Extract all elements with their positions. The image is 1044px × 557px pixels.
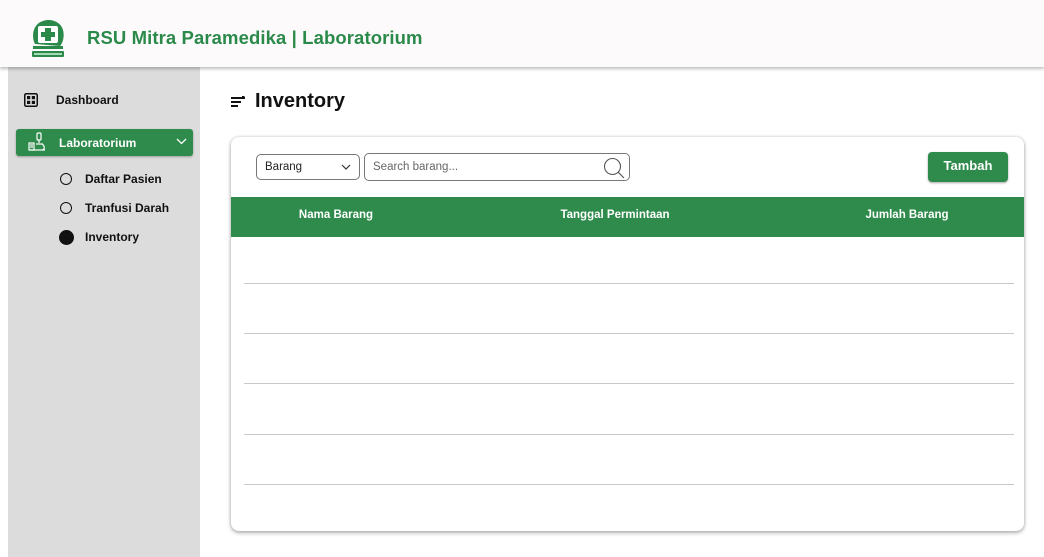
menu-lines-icon: [231, 95, 245, 107]
category-select[interactable]: Barang: [256, 154, 360, 180]
sidebar-subitem-label: Daftar Pasien: [85, 172, 162, 186]
radio-empty-icon: [60, 173, 72, 185]
table-header: Nama Barang Tanggal Permintaan Jumlah Ba…: [231, 197, 1024, 237]
table-row-divider: [244, 333, 1014, 334]
sidebar-item-label: Laboratorium: [59, 136, 137, 150]
sidebar-subitem-tranfusi-darah[interactable]: Tranfusi Darah: [60, 200, 169, 216]
table-row-divider: [244, 283, 1014, 284]
category-select-value: Barang: [265, 161, 303, 173]
sidebar-item-label: Dashboard: [56, 93, 119, 107]
search-icon[interactable]: [603, 157, 625, 179]
sidebar: Dashboard Laboratorium Daftar Pasien Tra…: [8, 67, 200, 557]
search-box: [364, 153, 630, 181]
app-title: RSU Mitra Paramedika | Laboratorium: [87, 27, 423, 48]
table-row-divider: [244, 484, 1014, 485]
sidebar-subitem-label: Tranfusi Darah: [85, 201, 170, 215]
column-header-tanggal-permintaan[interactable]: Tanggal Permintaan: [560, 209, 669, 221]
column-header-nama-barang[interactable]: Nama Barang: [299, 209, 373, 221]
add-button[interactable]: Tambah: [928, 152, 1008, 182]
search-input[interactable]: [373, 159, 593, 175]
radio-filled-icon: [59, 229, 74, 245]
hospital-cross-logo-icon: [32, 20, 64, 57]
chevron-down-icon: [341, 164, 351, 170]
page-title: Inventory: [255, 90, 346, 112]
microscope-icon: [28, 132, 45, 151]
page-heading: Inventory: [231, 90, 345, 113]
column-header-jumlah-barang[interactable]: Jumlah Barang: [865, 209, 948, 221]
chevron-down-icon[interactable]: [176, 138, 187, 145]
sidebar-item-dashboard[interactable]: Dashboard: [24, 91, 119, 109]
grid-icon: [24, 93, 38, 107]
sidebar-subitem-daftar-pasien[interactable]: Daftar Pasien: [60, 171, 162, 187]
table-row-divider: [244, 383, 1014, 384]
sidebar-subitem-label: Inventory: [85, 230, 140, 244]
sidebar-subitem-inventory[interactable]: Inventory: [59, 229, 139, 245]
top-bar: RSU Mitra Paramedika | Laboratorium: [0, 0, 1044, 67]
table-row-divider: [244, 434, 1014, 435]
radio-empty-icon: [60, 202, 72, 214]
sidebar-item-laboratorium[interactable]: Laboratorium: [16, 129, 193, 156]
inventory-card: Barang Tambah Nama Barang Tanggal Permin…: [231, 137, 1024, 531]
